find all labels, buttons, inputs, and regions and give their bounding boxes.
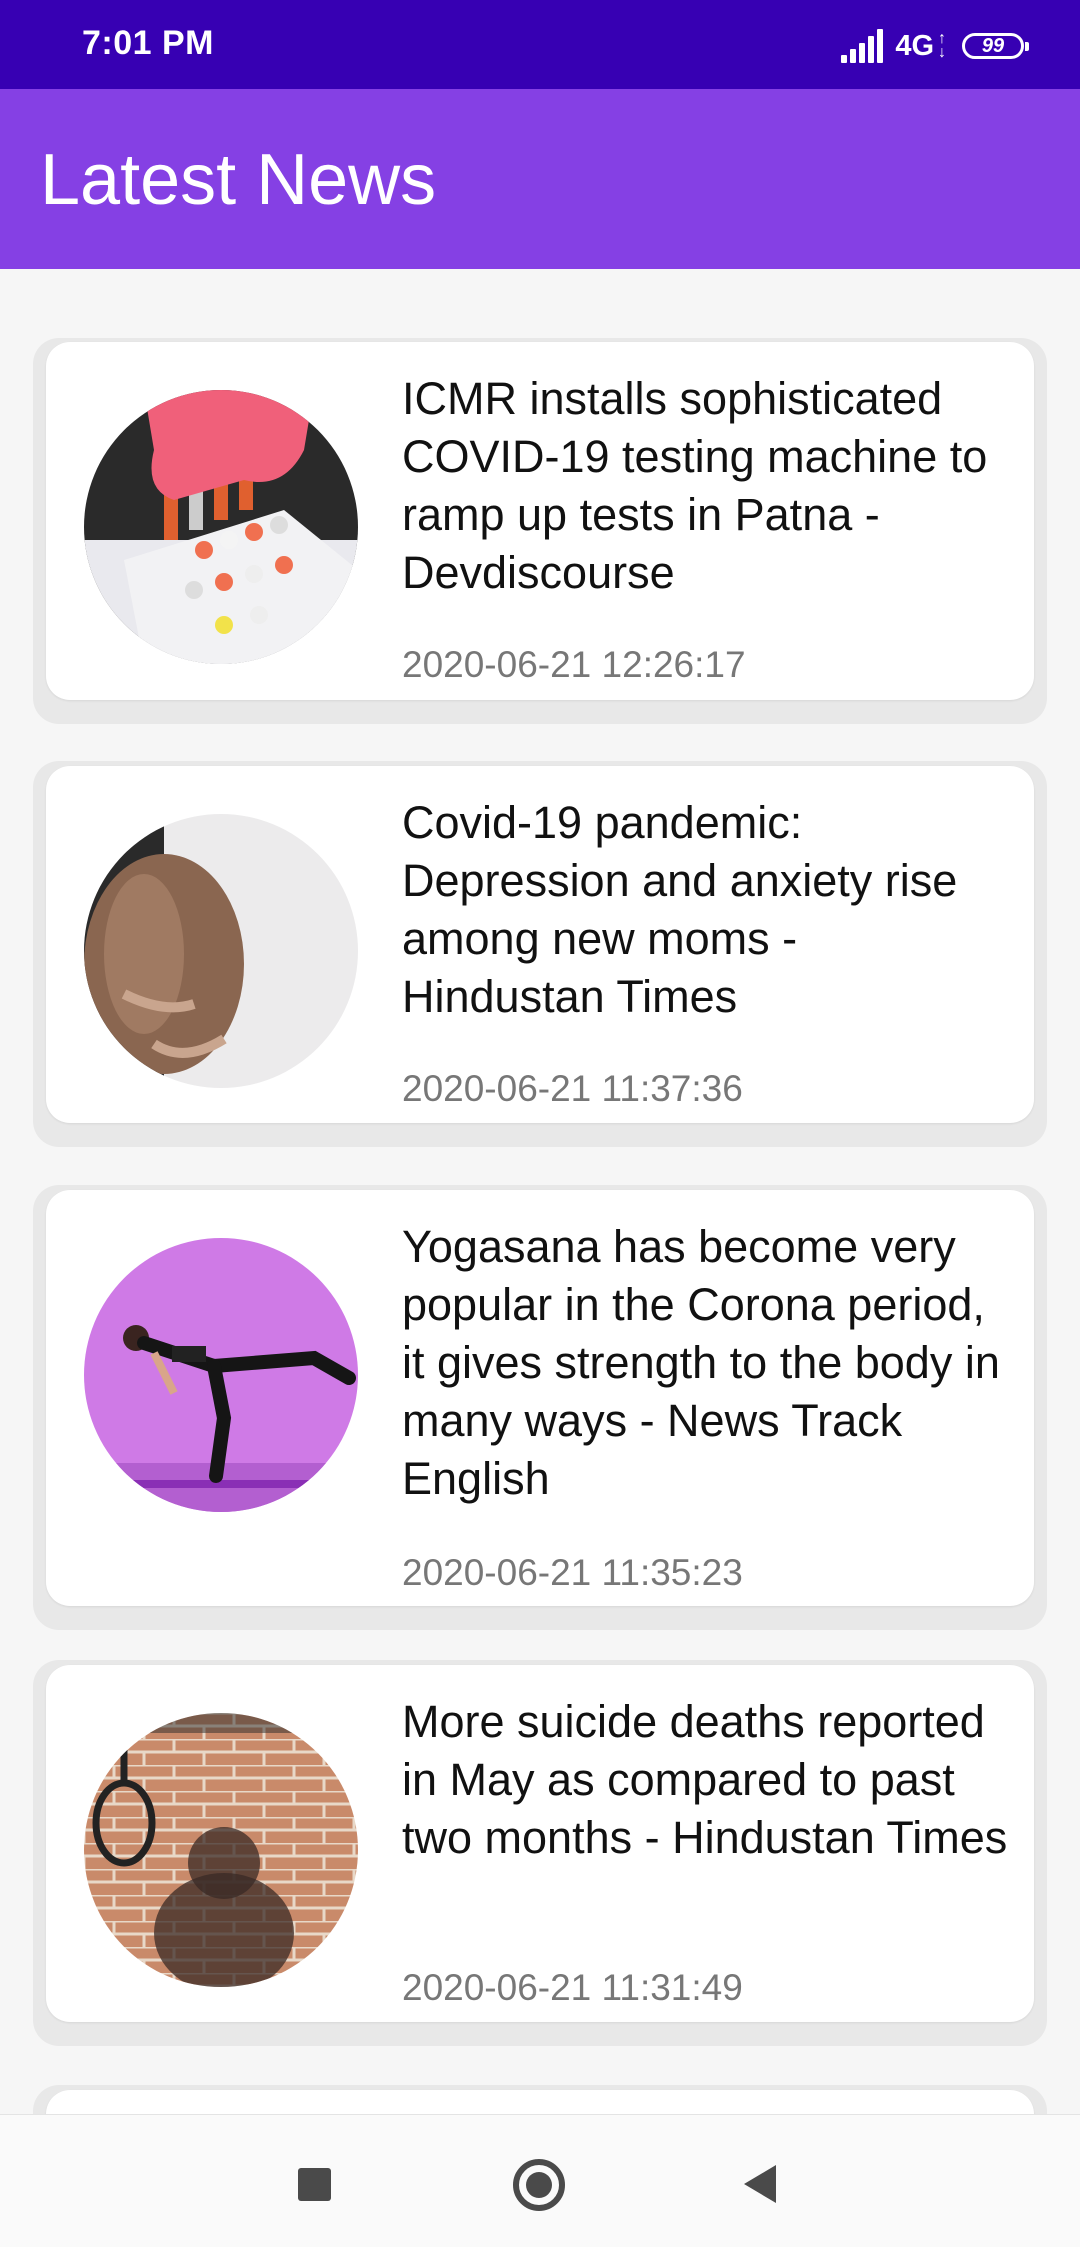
news-title: More suicide deaths reported in May as c… [402, 1696, 1008, 1863]
lab-test-tubes-image [84, 390, 358, 664]
app-bar: Latest News [0, 89, 1080, 269]
data-activity-icon: ↑ ↓ [938, 30, 946, 61]
status-time: 7:01 PM [82, 24, 214, 62]
news-title: Covid-19 pandemic: Depression and anxiet… [402, 797, 958, 1022]
news-card[interactable]: Covid-19 pandemic: Depression and anxiet… [46, 766, 1034, 1123]
news-card[interactable]: ICMR installs sophisticated COVID-19 tes… [46, 342, 1034, 700]
page-title: Latest News [40, 140, 437, 220]
network-type: 4G [895, 29, 934, 62]
news-time: 2020-06-21 11:31:49 [402, 1967, 743, 2008]
home-button[interactable] [513, 2159, 565, 2211]
battery-icon: 99 [962, 33, 1029, 59]
yoga-pose-image [84, 1238, 358, 1512]
news-title: Yogasana has become very popular in the … [402, 1221, 1000, 1504]
news-list[interactable]: ICMR installs sophisticated COVID-19 tes… [0, 269, 1080, 2114]
pregnant-woman-image [84, 814, 358, 1088]
battery-level: 99 [981, 34, 1005, 57]
brick-wall-noose-image [84, 1713, 358, 1987]
news-card[interactable]: Yogasana has become very popular in the … [46, 1190, 1034, 1606]
news-time: 2020-06-21 11:37:36 [402, 1068, 743, 1109]
status-icons: 4G ↑ ↓ 99 [841, 26, 1029, 66]
news-time: 2020-06-21 11:35:23 [402, 1552, 743, 1593]
news-title: ICMR installs sophisticated COVID-19 tes… [402, 373, 988, 598]
news-card[interactable] [46, 2090, 1034, 2114]
news-time: 2020-06-21 12:26:17 [402, 644, 746, 685]
back-button[interactable] [744, 2165, 776, 2203]
signal-icon [841, 29, 885, 63]
recents-button[interactable] [298, 2168, 331, 2201]
status-bar: 7:01 PM 4G ↑ ↓ 99 [0, 0, 1080, 89]
news-card[interactable]: More suicide deaths reported in May as c… [46, 1665, 1034, 2022]
system-nav-bar [0, 2114, 1080, 2247]
